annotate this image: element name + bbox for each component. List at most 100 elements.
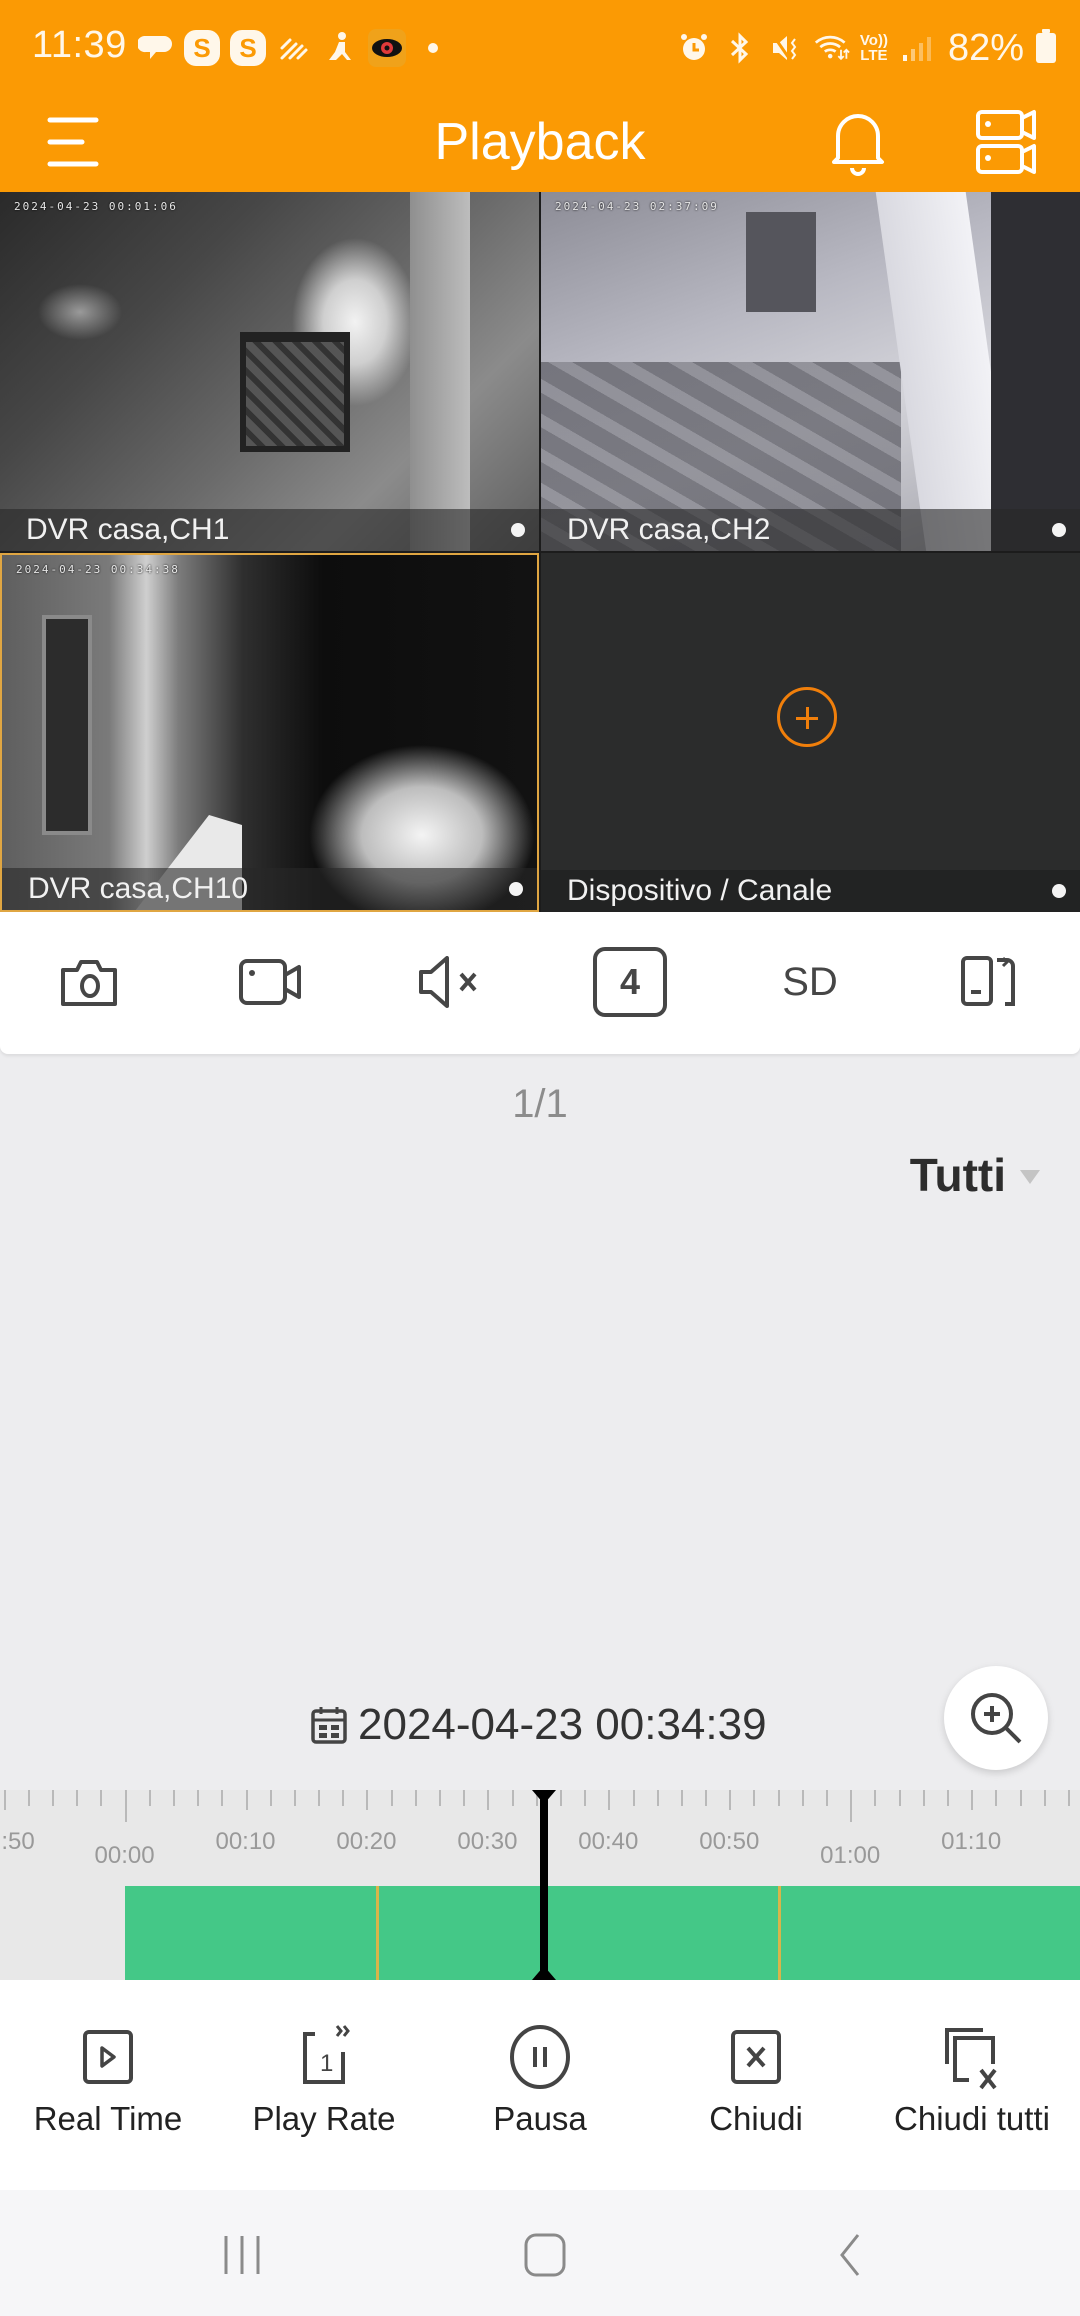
close-all-icon: [945, 2028, 997, 2090]
timeline-tick: [826, 1790, 829, 1806]
recording-segment[interactable]: [124, 1886, 1080, 1980]
timeline-tick: [946, 1790, 949, 1806]
playback-timeline[interactable]: :50 00:00 00:10 00:20 00:30 00:40 00:50 01:00 01…: [0, 1790, 1080, 1980]
real-time-button[interactable]: Real Time: [0, 2000, 216, 2170]
timeline-tick-label: 00:10: [215, 1828, 276, 1855]
device-cameras-icon: [976, 110, 1036, 174]
timeline-tick: [729, 1790, 732, 1810]
timeline-tick: [269, 1790, 272, 1806]
timeline-tick-label: 00:30: [457, 1828, 518, 1855]
back-button[interactable]: [808, 2220, 888, 2290]
realtime-play-icon: [83, 2030, 133, 2084]
page-title: Playback: [434, 113, 646, 171]
video-record-icon: [239, 959, 301, 1005]
tile-label: DVR casa,CH1: [26, 513, 230, 546]
timeline-tick-label: 00:20: [336, 1828, 397, 1855]
hamburger-menu-icon: [47, 117, 99, 167]
action-label: Chiudi tutti: [894, 2100, 1050, 2137]
video-toolbar: 4 SD: [0, 912, 1080, 1054]
eye-app-icon: [368, 29, 406, 67]
volte-icon: Vo)) LTE: [860, 33, 888, 63]
app-header: Playback: [0, 96, 1080, 192]
close-button[interactable]: Chiudi: [648, 2000, 864, 2170]
home-button[interactable]: [505, 2220, 585, 2290]
timeline-tick: [100, 1790, 103, 1806]
timeline-tick: [608, 1790, 611, 1810]
skype-icon: S: [230, 30, 266, 66]
quality-button[interactable]: SD: [770, 942, 850, 1022]
skype-icon: S: [184, 30, 220, 66]
timeline-tick: [76, 1790, 79, 1806]
timeline-tick: [995, 1790, 998, 1806]
timeline-tick: [777, 1790, 780, 1806]
status-dot: [1052, 884, 1066, 898]
chat-bubbles-icon: [138, 30, 174, 66]
svg-text:1: 1: [320, 2050, 333, 2077]
timeline-tick: [318, 1790, 321, 1806]
split-screen-button[interactable]: 4: [590, 942, 670, 1022]
tile-label-bar: DVR casa,CH10: [2, 868, 537, 910]
camera-feed: [0, 192, 539, 551]
filter-label: Tutti: [909, 1149, 1006, 1201]
playhead-cursor[interactable]: [539, 1790, 548, 1980]
device-list-button[interactable]: [974, 106, 1040, 178]
timeline-tick: [1067, 1790, 1070, 1806]
action-label: Play Rate: [252, 2100, 396, 2137]
system-icons: Vo)) LTE 82%: [676, 26, 1056, 70]
video-tile-ch10[interactable]: 2024-04-23 00:34:38 DVR casa,CH10: [0, 553, 539, 912]
notification-dot: [428, 43, 438, 53]
quality-label: SD: [782, 959, 838, 1004]
video-tile-empty[interactable]: Dispositivo / Canale: [541, 553, 1080, 912]
playhead-bottom-marker: [531, 1966, 556, 1980]
page-indicator: 1/1: [512, 1082, 568, 1126]
video-tile-ch2[interactable]: 2024-04-23 02:37:09 DVR casa,CH2: [541, 192, 1080, 551]
status-dot: [509, 882, 523, 896]
system-nav-bar: [0, 2190, 1080, 2316]
timeline-tick: [874, 1790, 877, 1806]
tile-label: DVR casa,CH2: [567, 513, 771, 546]
timeline-tick: [52, 1790, 54, 1806]
bluetooth-icon: [722, 30, 758, 66]
record-button[interactable]: [231, 942, 311, 1022]
menu-button[interactable]: [46, 114, 102, 170]
timeline-tick: [293, 1790, 296, 1806]
timeline-tick: [463, 1790, 466, 1806]
timeline-tick: [172, 1790, 175, 1806]
video-tile-ch1[interactable]: 2024-04-23 00:01:06 DVR casa,CH1: [0, 192, 539, 551]
status-time: 11:39: [32, 24, 127, 66]
back-icon: [840, 2234, 860, 2276]
video-grid: 2024-04-23 00:01:06 DVR casa,CH1 2024-04…: [0, 192, 1080, 912]
playhead-top-marker: [531, 1790, 556, 1804]
screen-rotate-icon: [961, 956, 1015, 1006]
snapshot-button[interactable]: [50, 942, 130, 1022]
notification-icons: S S: [138, 28, 438, 68]
timeline-tick-label: 01:10: [941, 1828, 1002, 1855]
bell-icon: [832, 114, 884, 176]
pause-icon: [510, 2025, 570, 2089]
timeline-tick: [801, 1790, 804, 1806]
add-channel-icon[interactable]: [777, 687, 837, 747]
play-rate-button[interactable]: 1 Play Rate: [216, 2000, 432, 2170]
alarm-notifications-button[interactable]: [826, 106, 890, 178]
timeline-tick: [487, 1790, 490, 1810]
recents-button[interactable]: [202, 2220, 282, 2290]
timeline-tick: [922, 1790, 925, 1806]
playback-datetime[interactable]: 2024-04-23 00:34:39: [310, 1700, 767, 1750]
rotate-screen-button[interactable]: [950, 942, 1030, 1022]
action-label: Pausa: [493, 2100, 587, 2137]
top-bar: 11:39 S S Vo)) LTE 82% Playback: [0, 0, 1080, 192]
timeline-tick: [366, 1790, 369, 1810]
record-type-filter[interactable]: Tutti: [910, 1148, 1040, 1202]
status-bar: 11:39 S S Vo)) LTE 82%: [0, 0, 1080, 96]
close-all-button[interactable]: Chiudi tutti: [864, 2000, 1080, 2170]
timeline-tick: [414, 1790, 417, 1806]
action-label: Real Time: [33, 2100, 183, 2137]
timeline-tick: [1019, 1790, 1022, 1806]
timeline-tick-label: 01:00: [820, 1842, 881, 1869]
audio-toggle-button[interactable]: [410, 942, 490, 1022]
close-icon: [731, 2030, 781, 2084]
timeline-tick: [3, 1790, 6, 1810]
timeline-zoom-button[interactable]: [944, 1666, 1048, 1770]
pause-button[interactable]: Pausa: [432, 2000, 648, 2170]
segment-boundary: [777, 1886, 781, 1980]
